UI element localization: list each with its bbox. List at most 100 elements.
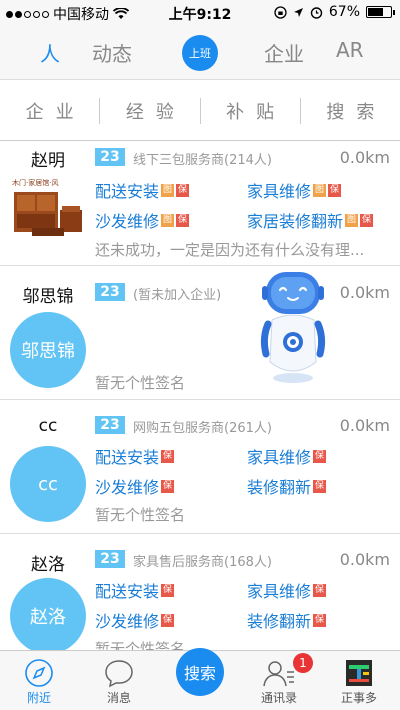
top-navigation: 人 动态 上班 企业 AR xyxy=(0,26,400,80)
image-badge: 图 xyxy=(161,183,175,197)
distance-label: 0.0km xyxy=(339,416,390,435)
avatar[interactable]: 赵洛 xyxy=(10,578,86,650)
service-label: 配送安装 xyxy=(95,448,160,467)
contacts-icon xyxy=(263,661,294,687)
svg-text:木门·家居馆·风: 木门·家居馆·风 xyxy=(12,178,58,187)
notification-badge: 1 xyxy=(293,653,313,673)
person-name: 赵明 xyxy=(31,151,65,171)
filter-search[interactable]: 搜索 xyxy=(301,98,400,124)
robot-assistant-icon[interactable] xyxy=(258,258,328,386)
clock-in-button[interactable]: 上班 xyxy=(182,35,218,71)
tab-label: 消息 xyxy=(106,691,131,705)
service-tag[interactable]: 家居装修翻新 图 保 xyxy=(247,208,374,232)
signature-text: 暂无个性签名 xyxy=(95,640,186,650)
tab-ar[interactable]: AR xyxy=(336,38,364,62)
signature-text: 还未成功，一定是因为还有什么没有理... xyxy=(95,241,365,259)
service-tag[interactable]: 装修翻新 保 xyxy=(247,474,327,498)
location-arrow-icon xyxy=(293,7,303,17)
guarantee-badge: 保 xyxy=(313,449,327,463)
battery-percent: 67% xyxy=(328,4,360,20)
service-tag[interactable]: 配送安装 保 xyxy=(95,444,175,468)
furniture-photo: 木门·家居馆·风 xyxy=(10,176,86,242)
distance-label: 0.0km xyxy=(339,148,390,167)
guarantee-badge: 保 xyxy=(161,449,175,463)
avatar[interactable]: 邬思锦 xyxy=(10,312,86,388)
distance-label: 0.0km xyxy=(339,283,390,302)
tab-label: 正事多 xyxy=(340,691,377,705)
tab-label: 附近 xyxy=(26,691,51,705)
service-tag[interactable]: 沙发维修 图 保 xyxy=(95,208,190,232)
level-badge: 23 xyxy=(95,550,125,568)
tab-people[interactable]: 人 xyxy=(40,38,60,67)
person-name: cc xyxy=(38,416,58,436)
service-tag[interactable]: 沙发维修 保 xyxy=(95,608,175,632)
guarantee-badge: 保 xyxy=(313,583,327,597)
app-logo-icon xyxy=(346,660,372,686)
compass-icon xyxy=(25,659,53,687)
tab-zhengshiduo[interactable]: 正事多 xyxy=(324,657,394,706)
service-tag[interactable]: 沙发维修 保 xyxy=(95,474,175,498)
filter-experience[interactable]: 经验 xyxy=(100,98,199,124)
service-tag[interactable]: 家具维修 保 xyxy=(247,444,327,468)
service-label: 家具维修 xyxy=(247,182,312,201)
tab-label: 通讯录 xyxy=(260,691,297,705)
image-badge: 图 xyxy=(345,213,359,227)
person-name: 赵洛 xyxy=(31,555,65,575)
service-label: 沙发维修 xyxy=(95,612,160,631)
guarantee-badge: 保 xyxy=(313,479,327,493)
tab-feed[interactable]: 动态 xyxy=(92,38,132,67)
service-label: 沙发维修 xyxy=(95,212,160,231)
filter-subsidy[interactable]: 补贴 xyxy=(201,98,300,124)
person-name: 邬思锦 xyxy=(22,287,74,307)
guarantee-badge: 保 xyxy=(161,479,175,493)
list-item[interactable]: cc cc 23 网购五包服务商(261人) 0.0km 配送安装 保 家具维修… xyxy=(0,400,400,534)
category-label: 网购五包服务商(261人) xyxy=(133,421,272,436)
rotation-lock-icon xyxy=(274,5,287,19)
service-label: 配送安装 xyxy=(95,582,160,601)
guarantee-badge: 保 xyxy=(161,583,175,597)
guarantee-badge: 保 xyxy=(360,213,374,227)
guarantee-badge: 保 xyxy=(176,213,190,227)
service-tag[interactable]: 装修翻新 保 xyxy=(247,608,327,632)
people-list: 赵明 木门·家居馆·风 23 线下三包服务商(214人) 0.0km 配送安装 … xyxy=(0,142,400,650)
service-tag[interactable]: 家具维修 图 保 xyxy=(247,178,342,202)
tab-messages[interactable]: 消息 xyxy=(84,657,154,706)
service-tag[interactable]: 配送安装 图 保 xyxy=(95,178,190,202)
battery-icon xyxy=(366,6,395,18)
tab-nearby[interactable]: 附近 xyxy=(4,657,74,706)
service-label: 沙发维修 xyxy=(95,478,160,497)
bottom-tab-bar: 附近 消息 搜索 通讯录 1 正事多 xyxy=(0,648,400,710)
chat-bubble-icon xyxy=(105,660,133,688)
search-button[interactable]: 搜索 xyxy=(176,648,224,696)
service-label: 配送安装 xyxy=(95,182,160,201)
filter-bar: 企业 经验 补贴 搜索 xyxy=(0,81,400,141)
list-item[interactable]: 赵明 木门·家居馆·风 23 线下三包服务商(214人) 0.0km 配送安装 … xyxy=(0,142,400,266)
guarantee-badge: 保 xyxy=(328,183,342,197)
avatar[interactable]: cc xyxy=(10,446,86,522)
service-label: 家居装修翻新 xyxy=(247,212,344,231)
category-label: 线下三包服务商(214人) xyxy=(133,153,272,168)
guarantee-badge: 保 xyxy=(161,613,175,627)
service-tag[interactable]: 配送安装 保 xyxy=(95,578,175,602)
category-label: 家具售后服务商(168人) xyxy=(133,555,272,570)
category-label: (暂未加入企业) xyxy=(133,288,222,303)
signature-text: 暂无个性签名 xyxy=(95,506,186,524)
level-badge: 23 xyxy=(95,283,125,301)
filter-enterprise[interactable]: 企业 xyxy=(0,98,99,124)
service-label: 装修翻新 xyxy=(247,612,312,631)
level-badge: 23 xyxy=(95,148,125,166)
level-badge: 23 xyxy=(95,416,125,434)
service-tag[interactable]: 家具维修 保 xyxy=(247,578,327,602)
distance-label: 0.0km xyxy=(339,550,390,569)
image-badge: 图 xyxy=(161,213,175,227)
service-label: 家具维修 xyxy=(247,448,312,467)
list-item[interactable]: 赵洛 赵洛 23 家具售后服务商(168人) 0.0km 配送安装 保 家具维修… xyxy=(0,534,400,650)
list-item[interactable]: 邬思锦 邬思锦 23 (暂未加入企业) 0.0km 暂无个性签名 xyxy=(0,266,400,400)
service-label: 家具维修 xyxy=(247,582,312,601)
guarantee-badge: 保 xyxy=(313,613,327,627)
status-bar: 中国移动 上午9:12 67% xyxy=(0,0,400,26)
tab-enterprise[interactable]: 企业 xyxy=(264,38,304,67)
signature-text: 暂无个性签名 xyxy=(95,374,186,392)
service-label: 装修翻新 xyxy=(247,478,312,497)
image-badge: 图 xyxy=(313,183,327,197)
